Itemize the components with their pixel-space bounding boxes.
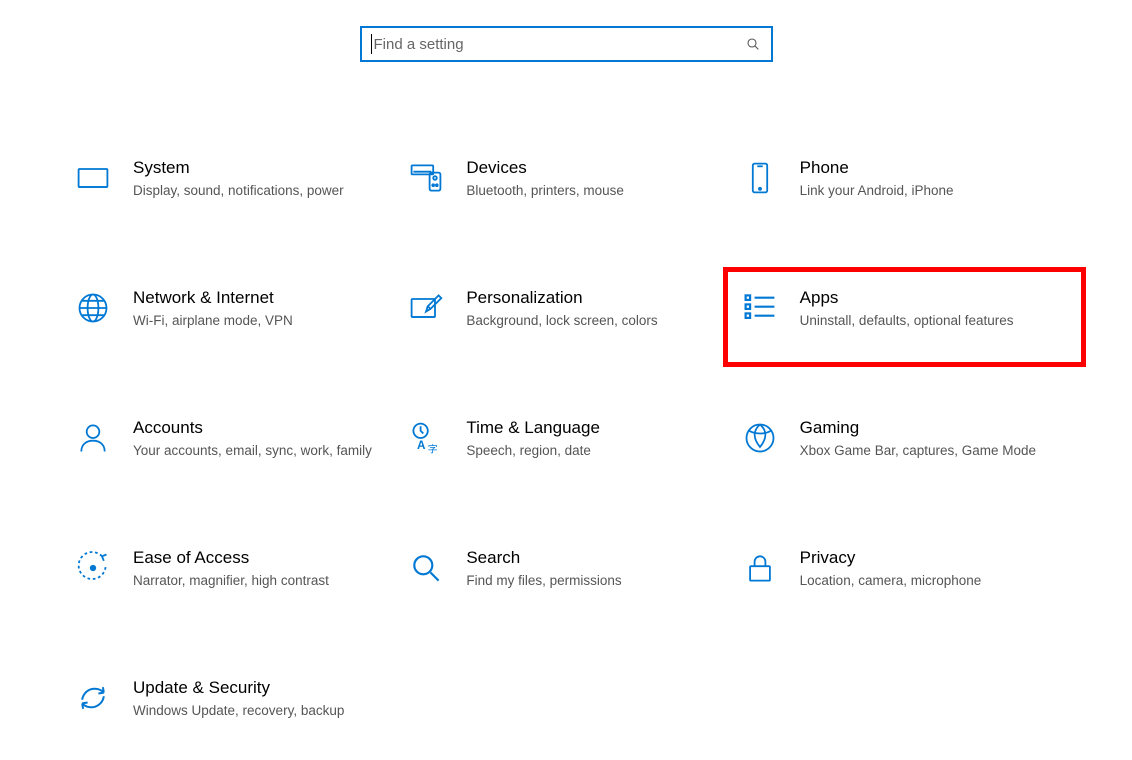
- tile-text: Update & Security Windows Update, recove…: [133, 678, 394, 721]
- tile-text: Time & Language Speech, region, date: [466, 418, 727, 461]
- time-language-icon: A 字: [408, 420, 444, 456]
- tile-text: Gaming Xbox Game Bar, captures, Game Mod…: [800, 418, 1061, 461]
- tile-desc: Display, sound, notifications, power: [133, 182, 386, 200]
- tile-title: Personalization: [466, 288, 719, 308]
- search-box[interactable]: [360, 26, 773, 62]
- tile-desc: Speech, region, date: [466, 442, 719, 460]
- tile-desc: Xbox Game Bar, captures, Game Mode: [800, 442, 1053, 460]
- search-icon: [745, 36, 761, 52]
- settings-home: System Display, sound, notifications, po…: [0, 0, 1132, 742]
- tile-title: Time & Language: [466, 418, 719, 438]
- apps-icon: [742, 290, 778, 326]
- tile-devices[interactable]: Devices Bluetooth, printers, mouse: [404, 152, 737, 222]
- tile-text: Search Find my files, permissions: [466, 548, 727, 591]
- tile-text: Privacy Location, camera, microphone: [800, 548, 1061, 591]
- tile-text: Phone Link your Android, iPhone: [800, 158, 1061, 201]
- tile-text: Network & Internet Wi-Fi, airplane mode,…: [133, 288, 394, 331]
- phone-icon: [742, 160, 778, 196]
- tile-title: Search: [466, 548, 719, 568]
- tile-desc: Link your Android, iPhone: [800, 182, 1053, 200]
- tile-text: System Display, sound, notifications, po…: [133, 158, 394, 201]
- tile-desc: Uninstall, defaults, optional features: [800, 312, 1053, 330]
- accounts-icon: [75, 420, 111, 456]
- tile-accounts[interactable]: Accounts Your accounts, email, sync, wor…: [71, 412, 404, 482]
- tile-desc: Windows Update, recovery, backup: [133, 702, 386, 720]
- system-icon: [75, 160, 111, 196]
- tile-title: Phone: [800, 158, 1053, 178]
- gaming-icon: [742, 420, 778, 456]
- tile-desc: Wi-Fi, airplane mode, VPN: [133, 312, 386, 330]
- personalization-icon: [408, 290, 444, 326]
- tile-title: Privacy: [800, 548, 1053, 568]
- tile-desc: Bluetooth, printers, mouse: [466, 182, 719, 200]
- tile-title: Ease of Access: [133, 548, 386, 568]
- tile-time-language[interactable]: A 字 Time & Language Speech, region, date: [404, 412, 737, 482]
- tile-title: Gaming: [800, 418, 1053, 438]
- svg-text:A: A: [417, 439, 426, 452]
- tile-desc: Find my files, permissions: [466, 572, 719, 590]
- tile-ease-of-access[interactable]: Ease of Access Narrator, magnifier, high…: [71, 542, 404, 612]
- tile-update-security[interactable]: Update & Security Windows Update, recove…: [71, 672, 404, 742]
- tile-title: Apps: [800, 288, 1053, 308]
- tile-desc: Narrator, magnifier, high contrast: [133, 572, 386, 590]
- tile-search[interactable]: Search Find my files, permissions: [404, 542, 737, 612]
- tile-text: Devices Bluetooth, printers, mouse: [466, 158, 727, 201]
- settings-grid: System Display, sound, notifications, po…: [61, 152, 1071, 742]
- tile-title: Devices: [466, 158, 719, 178]
- ease-of-access-icon: [75, 550, 111, 586]
- search-row: [0, 26, 1132, 62]
- search-input[interactable]: [372, 35, 745, 54]
- lock-icon: [742, 550, 778, 586]
- tile-text: Accounts Your accounts, email, sync, wor…: [133, 418, 394, 461]
- tile-gaming[interactable]: Gaming Xbox Game Bar, captures, Game Mod…: [738, 412, 1071, 482]
- tile-text: Personalization Background, lock screen,…: [466, 288, 727, 331]
- globe-icon: [75, 290, 111, 326]
- tile-phone[interactable]: Phone Link your Android, iPhone: [738, 152, 1071, 222]
- tile-title: Update & Security: [133, 678, 386, 698]
- search-category-icon: [408, 550, 444, 586]
- tile-title: Network & Internet: [133, 288, 386, 308]
- tile-personalization[interactable]: Personalization Background, lock screen,…: [404, 282, 737, 352]
- tile-text: Apps Uninstall, defaults, optional featu…: [800, 288, 1061, 331]
- tile-system[interactable]: System Display, sound, notifications, po…: [71, 152, 404, 222]
- tile-apps[interactable]: Apps Uninstall, defaults, optional featu…: [738, 282, 1071, 352]
- tile-title: System: [133, 158, 386, 178]
- tile-network[interactable]: Network & Internet Wi-Fi, airplane mode,…: [71, 282, 404, 352]
- tile-desc: Your accounts, email, sync, work, family: [133, 442, 386, 460]
- tile-text: Ease of Access Narrator, magnifier, high…: [133, 548, 394, 591]
- tile-title: Accounts: [133, 418, 386, 438]
- tile-desc: Background, lock screen, colors: [466, 312, 719, 330]
- svg-text:字: 字: [428, 442, 438, 455]
- tile-desc: Location, camera, microphone: [800, 572, 1053, 590]
- text-cursor: [371, 34, 372, 54]
- tile-privacy[interactable]: Privacy Location, camera, microphone: [738, 542, 1071, 612]
- update-icon: [75, 680, 111, 716]
- devices-icon: [408, 160, 444, 196]
